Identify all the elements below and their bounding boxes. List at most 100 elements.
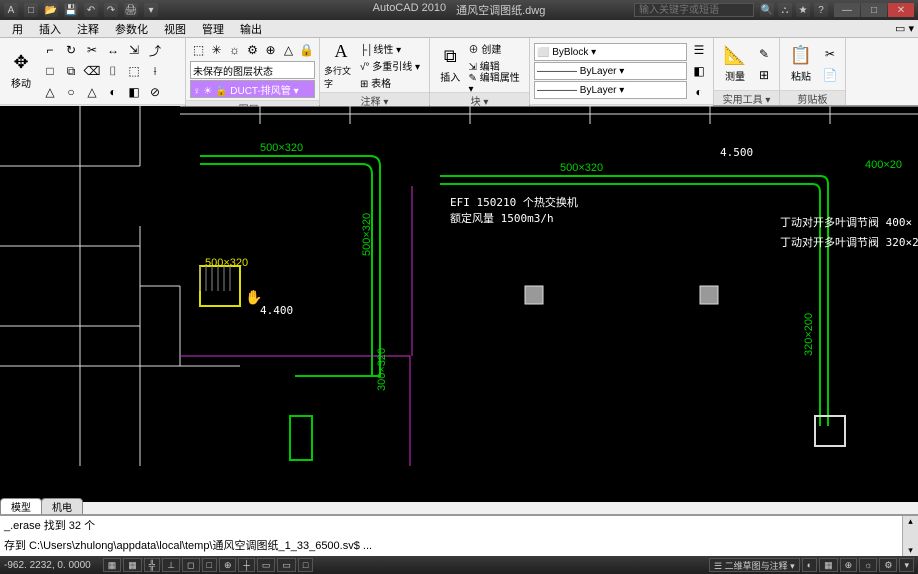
coordinates-readout[interactable]: -962. 2232, 0. 0000 <box>4 560 91 571</box>
layer-tool[interactable]: ⬚ <box>190 40 207 60</box>
copy-button[interactable]: 📄 <box>820 65 840 85</box>
modify-tool[interactable]: ○ <box>61 82 81 102</box>
menu-item[interactable]: 视图 <box>156 20 194 38</box>
cut-button[interactable]: ✂ <box>820 44 840 64</box>
tab-model[interactable]: 模型 <box>0 498 42 514</box>
layer-tool[interactable]: 🔒 <box>298 40 315 60</box>
qat-save-icon[interactable]: 💾 <box>64 3 78 17</box>
modify-tool[interactable]: ⌐ <box>40 40 60 60</box>
status-toggle[interactable]: ▭ <box>277 558 296 572</box>
help-icon[interactable]: ? <box>814 3 828 17</box>
menu-item[interactable]: 插入 <box>31 20 69 38</box>
status-icon[interactable]: ▦ <box>819 558 838 572</box>
modify-tool[interactable]: ↻ <box>61 40 81 60</box>
table-button[interactable]: ⊞ 表格 <box>360 74 420 90</box>
dim-text: 500×320 <box>361 213 373 256</box>
block-attr-button[interactable]: ✎ 编辑属性 ▾ <box>469 74 525 90</box>
ribbon-collapse-icon[interactable]: ▭ ▾ <box>887 21 918 36</box>
prop-tool[interactable]: ☰ <box>689 40 709 60</box>
status-toggle[interactable]: ◻ <box>182 558 199 572</box>
status-toggle[interactable]: ╬ <box>144 558 160 572</box>
status-toggle[interactable]: □ <box>202 558 217 572</box>
status-icon[interactable]: ☼ <box>859 558 877 572</box>
prop-tool[interactable]: ◧ <box>689 61 709 81</box>
menu-item[interactable]: 输出 <box>232 20 270 38</box>
status-icon[interactable]: ◐ <box>802 558 817 572</box>
modify-tool[interactable]: △ <box>82 82 102 102</box>
layer-state-combo[interactable] <box>190 61 315 79</box>
modify-tool[interactable]: ⬚ <box>124 61 144 81</box>
layer-tool[interactable]: ⚙ <box>244 40 261 60</box>
modify-tool[interactable]: □ <box>40 61 60 81</box>
star-icon[interactable]: ★ <box>796 3 810 17</box>
qat-undo-icon[interactable]: ↶ <box>84 3 98 17</box>
modify-tool[interactable]: ◧ <box>124 82 144 102</box>
modify-tool[interactable]: ⇲ <box>124 40 144 60</box>
status-toggle[interactable]: ▦ <box>123 558 142 572</box>
measure-button[interactable]: 📐测量 <box>718 44 752 84</box>
paste-button[interactable]: 📋粘贴 <box>784 44 818 84</box>
modify-tool[interactable]: ⌫ <box>82 61 102 81</box>
status-toggle[interactable]: ▦ <box>103 558 122 572</box>
layer-tool[interactable]: ☼ <box>226 40 243 60</box>
menu-item[interactable]: 参数化 <box>107 20 156 38</box>
status-icon[interactable]: ▾ <box>899 558 914 572</box>
drawing-area[interactable]: 500×320 500×320 4.500 400×20 500×320 320… <box>0 106 918 502</box>
panel-label[interactable]: 实用工具 ▾ <box>714 90 779 105</box>
status-icon[interactable]: ⚙ <box>879 558 897 572</box>
mleader-button[interactable]: √° 多重引线 ▾ <box>360 57 420 73</box>
qat-new-icon[interactable]: □ <box>24 3 38 17</box>
qat-open-icon[interactable]: 📂 <box>44 3 58 17</box>
lineweight-combo[interactable] <box>534 81 687 99</box>
pan-cursor-icon: ✋ <box>245 289 262 305</box>
status-toggle[interactable]: ▭ <box>257 558 276 572</box>
app-menu-button[interactable]: A <box>4 3 18 17</box>
block-create-button[interactable]: ⊕ 创建 <box>469 40 525 56</box>
modify-tool[interactable]: ✂ <box>82 40 102 60</box>
dimension-linear-button[interactable]: ├│线性 ▾ <box>360 40 420 56</box>
layer-tool[interactable]: ⊕ <box>262 40 279 60</box>
help-search-input[interactable] <box>634 3 754 17</box>
layer-tool[interactable]: △ <box>280 40 297 60</box>
status-toggle[interactable]: □ <box>298 558 313 572</box>
status-icon[interactable]: ⊕ <box>840 558 858 572</box>
modify-tool[interactable]: ⟊ <box>145 61 165 81</box>
util-tool[interactable]: ✎ <box>754 44 774 64</box>
maximize-button[interactable]: □ <box>861 3 887 17</box>
workspace-switch[interactable]: ☰ 二维草图与注释 ▾ <box>709 558 800 572</box>
layer-tool[interactable]: ✳ <box>208 40 225 60</box>
modify-tool[interactable]: ⧉ <box>61 61 81 81</box>
status-toggle[interactable]: ┼ <box>238 558 254 572</box>
linetype-combo[interactable] <box>534 62 687 80</box>
comm-icon[interactable]: ⛬ <box>778 3 792 17</box>
move-button[interactable]: ✥移动 <box>4 51 38 91</box>
current-layer-combo[interactable] <box>190 80 315 98</box>
search-icon[interactable]: 🔍 <box>760 3 774 17</box>
menu-item[interactable]: 注释 <box>69 20 107 38</box>
modify-tool[interactable]: ⊘ <box>145 82 165 102</box>
modify-tool[interactable]: ◐ <box>103 82 123 102</box>
panel-label[interactable]: 注释 ▾ <box>320 92 429 107</box>
prop-tool[interactable]: ◐ <box>689 82 709 102</box>
insert-block-button[interactable]: ⧉插入 <box>434 45 467 85</box>
mtext-button[interactable]: A多行文字 <box>324 45 358 85</box>
util-tool[interactable]: ⊞ <box>754 65 774 85</box>
panel-label[interactable]: 块 ▾ <box>430 92 529 107</box>
modify-tool[interactable]: ⌷ <box>103 61 123 81</box>
modify-tool[interactable]: △ <box>40 82 60 102</box>
command-window[interactable]: _.erase 找到 32 个 存到 C:\Users\zhulong\appd… <box>0 514 918 556</box>
qat-print-icon[interactable]: 🖨 <box>124 3 138 17</box>
status-toggle[interactable]: ⊥ <box>162 558 180 572</box>
qat-more-icon[interactable]: ▾ <box>144 3 158 17</box>
panel-label[interactable]: 剪贴板 <box>780 90 845 105</box>
modify-tool[interactable]: ↔ <box>103 40 123 60</box>
status-toggle[interactable]: ⊕ <box>219 558 237 572</box>
menu-item[interactable]: 用 <box>4 20 31 38</box>
close-button[interactable]: ✕ <box>888 3 914 17</box>
menu-item[interactable]: 管理 <box>194 20 232 38</box>
qat-redo-icon[interactable]: ↷ <box>104 3 118 17</box>
tab-layout[interactable]: 机电 <box>41 498 83 514</box>
minimize-button[interactable]: — <box>834 3 860 17</box>
color-combo[interactable] <box>534 43 687 61</box>
modify-tool[interactable]: ⤴ <box>145 40 165 60</box>
